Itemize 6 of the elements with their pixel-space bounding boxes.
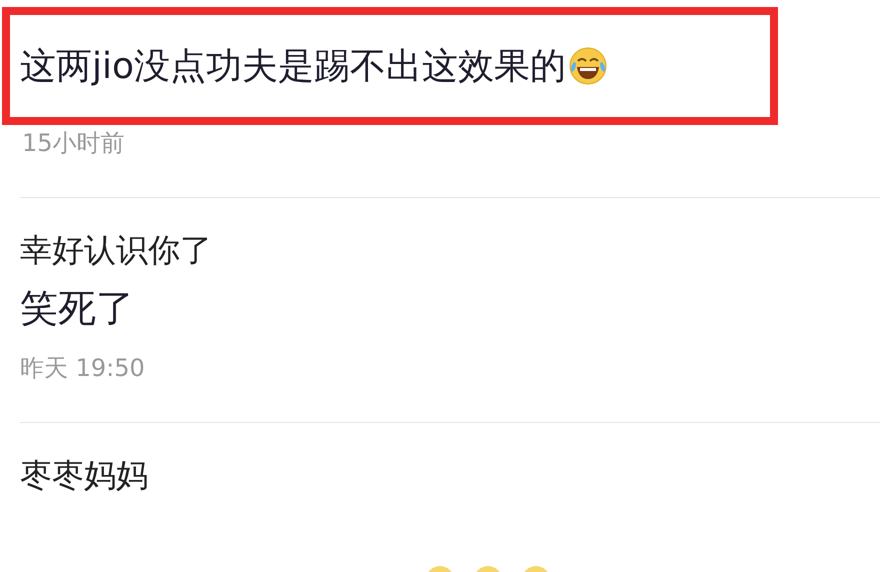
- comment-username: 幸好认识你了: [20, 230, 213, 271]
- comment-time: 15小时前: [21, 128, 126, 159]
- comment-time: 昨天 19:50: [20, 353, 146, 384]
- comment-text: 这两jio没点功夫是踢不出这效果的: [20, 44, 566, 88]
- comment-username: 枣枣妈妈: [20, 455, 149, 496]
- comment-text: 笑死了: [20, 285, 134, 332]
